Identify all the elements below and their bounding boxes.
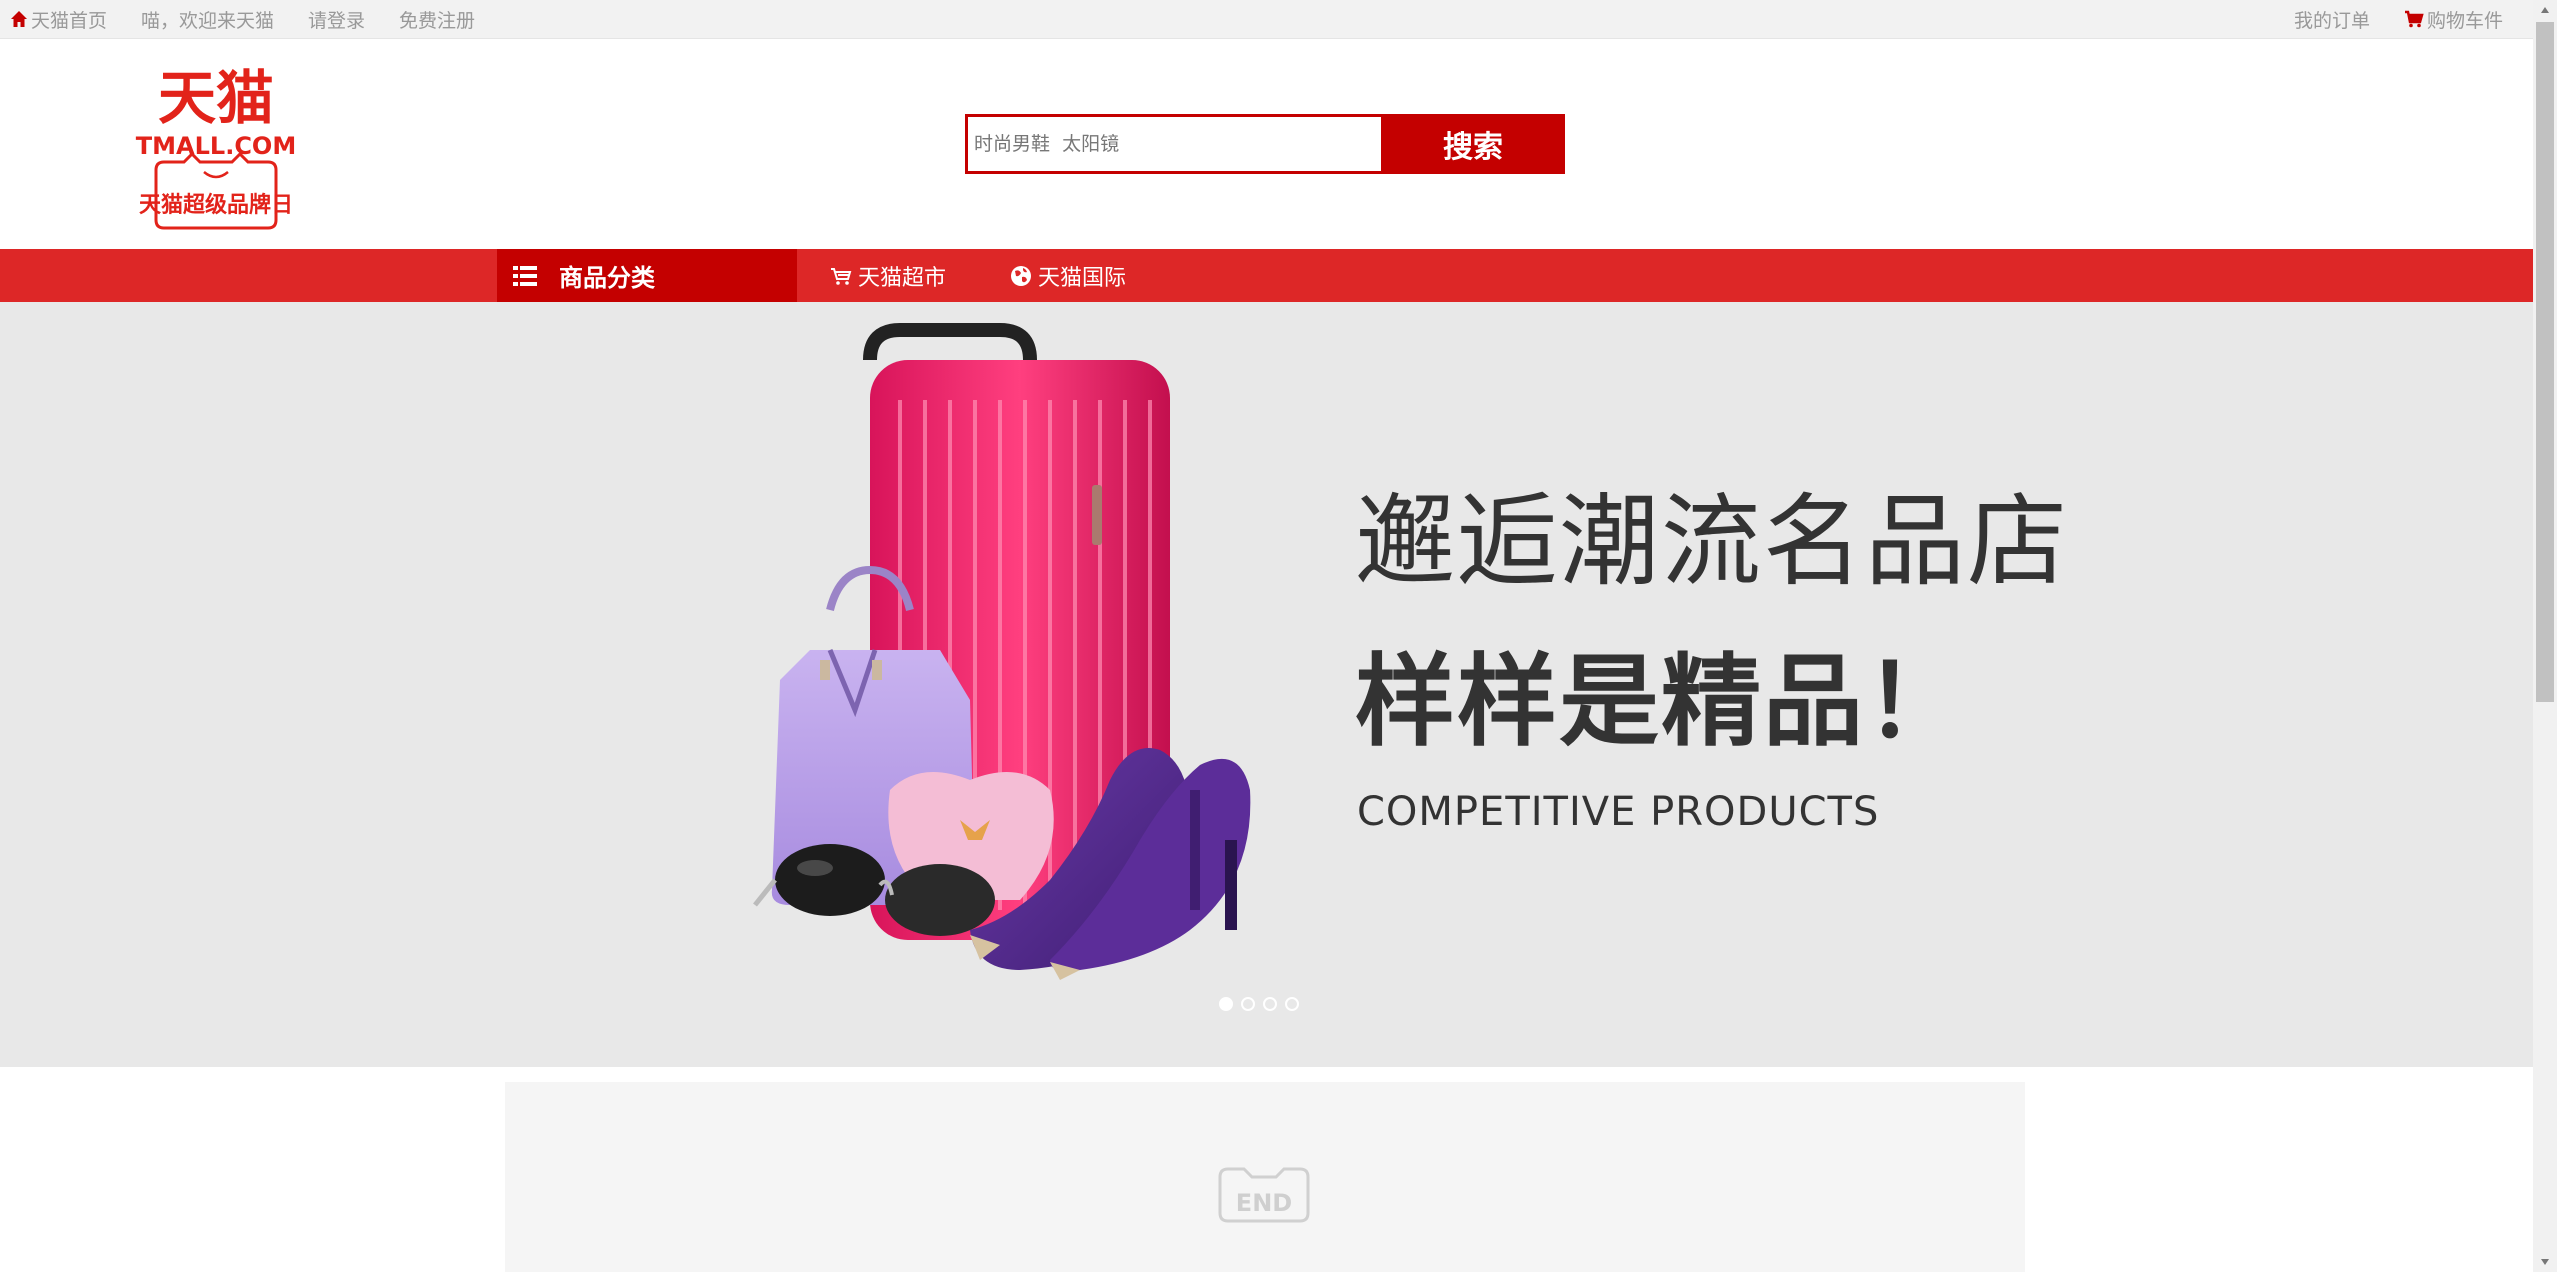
- end-marker: END: [1216, 1165, 1312, 1229]
- end-label: END: [1236, 1189, 1292, 1217]
- category-menu-button[interactable]: 商品分类: [497, 249, 797, 302]
- tmall-logo[interactable]: 天猫 TMALL.COM 天猫超级品牌日: [134, 64, 298, 232]
- carousel-dot-2[interactable]: [1241, 997, 1255, 1011]
- carousel-indicators: [1219, 997, 1307, 1011]
- top-bar: 天猫首页 喵，欢迎来天猫 请登录 免费注册 我的订单 购物车件: [0, 0, 2533, 39]
- logo-brand-cn: 天猫: [158, 68, 274, 132]
- nav-international-label: 天猫国际: [1038, 265, 1127, 291]
- carousel-dot-4[interactable]: [1285, 997, 1299, 1011]
- scroll-down-arrow-icon[interactable]: [2533, 1252, 2557, 1272]
- nav-international-link[interactable]: 天猫国际: [1010, 249, 1126, 302]
- banner-english-tagline: COMPETITIVE PRODUCTS: [1357, 789, 1880, 835]
- my-orders-link[interactable]: 我的订单: [2294, 6, 2370, 33]
- carousel-dot-1[interactable]: [1219, 997, 1233, 1011]
- carousel-dot-3[interactable]: [1263, 997, 1277, 1011]
- cart-icon: [2404, 10, 2424, 28]
- search-button[interactable]: 搜索: [1381, 114, 1565, 174]
- logo-tagline: 天猫超级品牌日: [139, 192, 293, 218]
- scrollbar-thumb[interactable]: [2536, 22, 2554, 702]
- nav-supermarket-label: 天猫超市: [858, 265, 947, 291]
- cart-link[interactable]: 购物车件: [2404, 6, 2503, 33]
- home-link-label: 天猫首页: [31, 9, 108, 32]
- promo-banner[interactable]: 邂逅潮流名品店 样样是精品！ COMPETITIVE PRODUCTS: [0, 302, 2533, 1067]
- home-icon: [10, 10, 28, 28]
- category-nav: 商品分类 天猫超市 天猫国际: [0, 249, 2533, 302]
- vertical-scrollbar[interactable]: [2533, 0, 2557, 1272]
- scroll-up-arrow-icon[interactable]: [2533, 0, 2557, 20]
- search-bar: 搜索: [965, 114, 1565, 174]
- home-link[interactable]: 天猫首页: [10, 6, 107, 33]
- search-input[interactable]: [965, 114, 1381, 174]
- login-link[interactable]: 请登录: [308, 6, 365, 33]
- register-link[interactable]: 免费注册: [399, 6, 475, 33]
- category-menu-label: 商品分类: [559, 264, 655, 292]
- nav-supermarket-link[interactable]: 天猫超市: [830, 249, 946, 302]
- welcome-text: 喵，欢迎来天猫: [141, 9, 275, 32]
- list-icon: [513, 265, 537, 287]
- products-illustration: [753, 323, 1251, 980]
- cart-icon: [830, 266, 852, 286]
- globe-icon: [1010, 265, 1032, 287]
- banner-headline: 邂逅潮流名品店: [1355, 483, 2069, 600]
- banner-subheadline: 样样是精品！: [1355, 643, 1967, 760]
- cart-link-label: 购物车件: [2426, 9, 2503, 32]
- logo-brand-en: TMALL.COM: [136, 132, 296, 160]
